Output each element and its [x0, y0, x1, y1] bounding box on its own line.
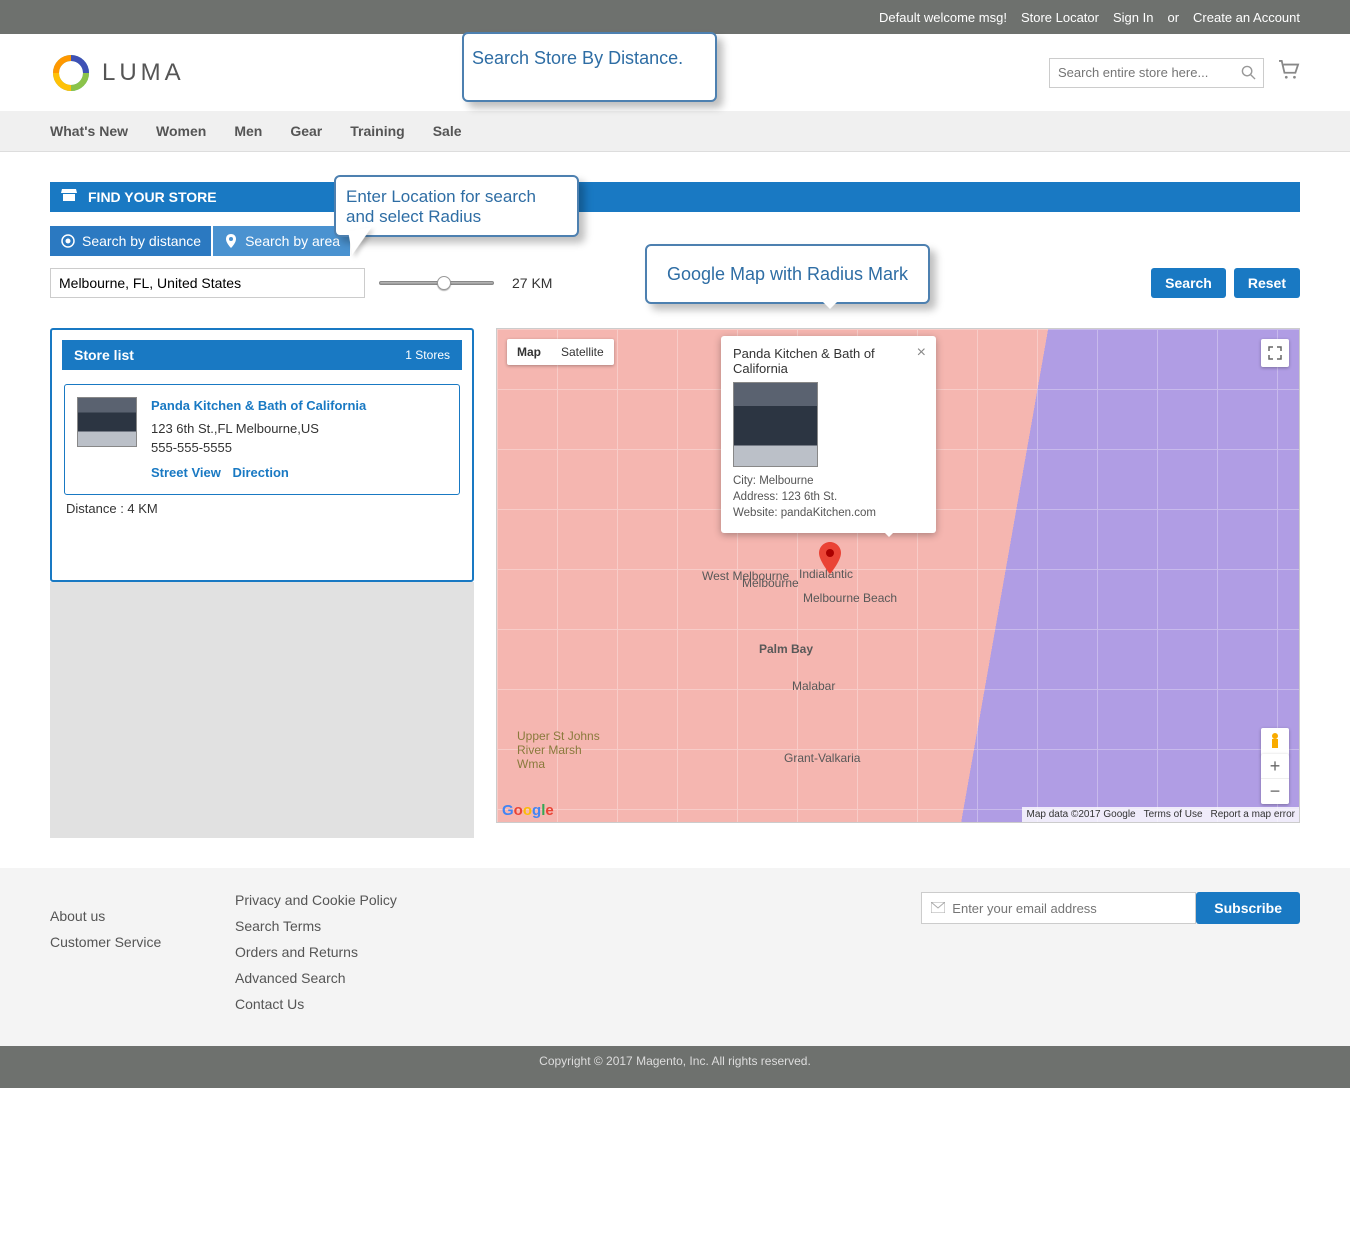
map-info-window: × Panda Kitchen & Bath of California Cit… [721, 336, 936, 533]
logo[interactable]: LUMA [50, 52, 185, 94]
store-list-title: Store list [74, 347, 134, 363]
map-type-control: Map Satellite [507, 339, 614, 365]
map-data-text: Map data ©2017 Google [1026, 809, 1135, 820]
subscribe-form: Subscribe [921, 892, 1300, 1022]
store-phone: 555-555-5555 [151, 439, 366, 458]
copyright: Copyright © 2017 Magento, Inc. All right… [0, 1046, 1350, 1088]
store-list-header: Store list 1 Stores [62, 340, 462, 370]
newsletter-input[interactable] [921, 892, 1196, 924]
search-icon[interactable] [1241, 65, 1256, 85]
reset-button[interactable]: Reset [1234, 268, 1300, 298]
map-footer: Map data ©2017 Google Terms of Use Repor… [1022, 807, 1299, 822]
top-bar: Default welcome msg! Store Locator Sign … [0, 0, 1350, 34]
zoom-in-button[interactable]: + [1261, 754, 1289, 779]
search-input[interactable] [1049, 58, 1264, 88]
infowindow-image [733, 382, 818, 467]
storefront-icon [60, 186, 78, 209]
welcome-msg: Default welcome msg! [879, 10, 1007, 25]
store-locator-link[interactable]: Store Locator [1021, 10, 1099, 25]
store-card[interactable]: Panda Kitchen & Bath of California 123 6… [64, 384, 460, 495]
fullscreen-button[interactable] [1261, 339, 1289, 367]
tab-distance-label: Search by distance [82, 233, 201, 249]
main-row: Store list 1 Stores Panda Kitchen & Bath… [50, 328, 1300, 838]
footer-col-1: About us Customer Service [50, 892, 235, 1022]
nav-sale[interactable]: Sale [433, 123, 462, 139]
store-count: 1 Stores [405, 348, 450, 362]
logo-text: LUMA [102, 59, 185, 87]
infowindow-website: Website: pandaKitchen.com [733, 505, 924, 521]
contact-us-link[interactable]: Contact Us [235, 996, 605, 1012]
callout-search-distance: Search Store By Distance. [462, 32, 717, 102]
footer-col-2: Privacy and Cookie Policy Search Terms O… [235, 892, 605, 1022]
find-your-store-bar: FIND YOUR STORE [50, 182, 1300, 212]
envelope-icon [931, 900, 945, 918]
about-us-link[interactable]: About us [50, 908, 235, 924]
or-text: or [1167, 10, 1179, 25]
advanced-search-link[interactable]: Advanced Search [235, 970, 605, 986]
pin-icon [223, 233, 239, 249]
fullscreen-icon [1268, 346, 1282, 360]
left-column: Store list 1 Stores Panda Kitchen & Bath… [50, 328, 474, 838]
cart-icon[interactable] [1278, 60, 1300, 85]
store-distance: Distance : 4 KM [66, 501, 458, 516]
infowindow-address: Address: 123 6th St. [733, 489, 924, 505]
city-label: Grant-Valkaria [784, 751, 860, 765]
map-type-map[interactable]: Map [507, 339, 551, 365]
pegman-button[interactable] [1261, 728, 1289, 756]
location-input[interactable] [50, 268, 365, 298]
create-account-link[interactable]: Create an Account [1193, 10, 1300, 25]
footer: About us Customer Service Privacy and Co… [0, 868, 1350, 1046]
infowindow-title: Panda Kitchen & Bath of California [733, 346, 924, 376]
tab-search-distance[interactable]: Search by distance [50, 226, 211, 256]
customer-service-link[interactable]: Customer Service [50, 934, 235, 950]
close-icon[interactable]: × [917, 344, 926, 362]
slider-thumb[interactable] [437, 276, 451, 290]
city-label: Melbourne [742, 576, 799, 590]
terms-link[interactable]: Terms of Use [1144, 809, 1203, 820]
pegman-icon [1267, 732, 1283, 752]
orders-returns-link[interactable]: Orders and Returns [235, 944, 605, 960]
tab-search-area[interactable]: Search by area [213, 226, 350, 256]
zoom-out-button[interactable]: − [1261, 779, 1289, 804]
search-button[interactable]: Search [1151, 268, 1226, 298]
grey-panel [50, 582, 474, 838]
store-thumbnail [77, 397, 137, 447]
main-nav: What's New Women Men Gear Training Sale [0, 111, 1350, 152]
google-map[interactable]: West Melbourne Melbourne Melbourne Beach… [496, 328, 1300, 823]
nav-men[interactable]: Men [234, 123, 262, 139]
logo-icon [50, 52, 92, 94]
store-address: 123 6th St.,FL Melbourne,US [151, 420, 366, 439]
nav-whats-new[interactable]: What's New [50, 123, 128, 139]
find-title: FIND YOUR STORE [88, 189, 217, 205]
callout-google-map: Google Map with Radius Mark [645, 244, 930, 304]
search-terms-link[interactable]: Search Terms [235, 918, 605, 934]
city-label: Melbourne Beach [803, 591, 897, 605]
callout-enter-location: Enter Location for search and select Rad… [334, 175, 579, 237]
privacy-link[interactable]: Privacy and Cookie Policy [235, 892, 605, 908]
city-label: Malabar [792, 679, 835, 693]
subscribe-button[interactable]: Subscribe [1196, 892, 1300, 924]
region-label: Upper St Johns River Marsh Wma [517, 729, 607, 771]
target-icon [60, 233, 76, 249]
map-marker[interactable] [819, 542, 841, 579]
site-search [1049, 58, 1264, 88]
tab-area-label: Search by area [245, 233, 340, 249]
store-name: Panda Kitchen & Bath of California [151, 397, 366, 416]
street-view-link[interactable]: Street View [151, 465, 221, 480]
right-column: West Melbourne Melbourne Melbourne Beach… [496, 328, 1300, 838]
city-label: Palm Bay [759, 642, 813, 656]
report-link[interactable]: Report a map error [1211, 809, 1295, 820]
google-logo: Google [502, 802, 554, 819]
nav-gear[interactable]: Gear [290, 123, 322, 139]
direction-link[interactable]: Direction [232, 465, 288, 480]
store-list-panel: Store list 1 Stores Panda Kitchen & Bath… [50, 328, 474, 582]
radius-slider[interactable] [379, 281, 494, 285]
infowindow-city: City: Melbourne [733, 473, 924, 489]
nav-women[interactable]: Women [156, 123, 206, 139]
zoom-control: + − [1261, 754, 1289, 804]
sign-in-link[interactable]: Sign In [1113, 10, 1153, 25]
map-type-satellite[interactable]: Satellite [551, 339, 614, 365]
radius-value: 27 KM [512, 275, 552, 291]
nav-training[interactable]: Training [350, 123, 404, 139]
